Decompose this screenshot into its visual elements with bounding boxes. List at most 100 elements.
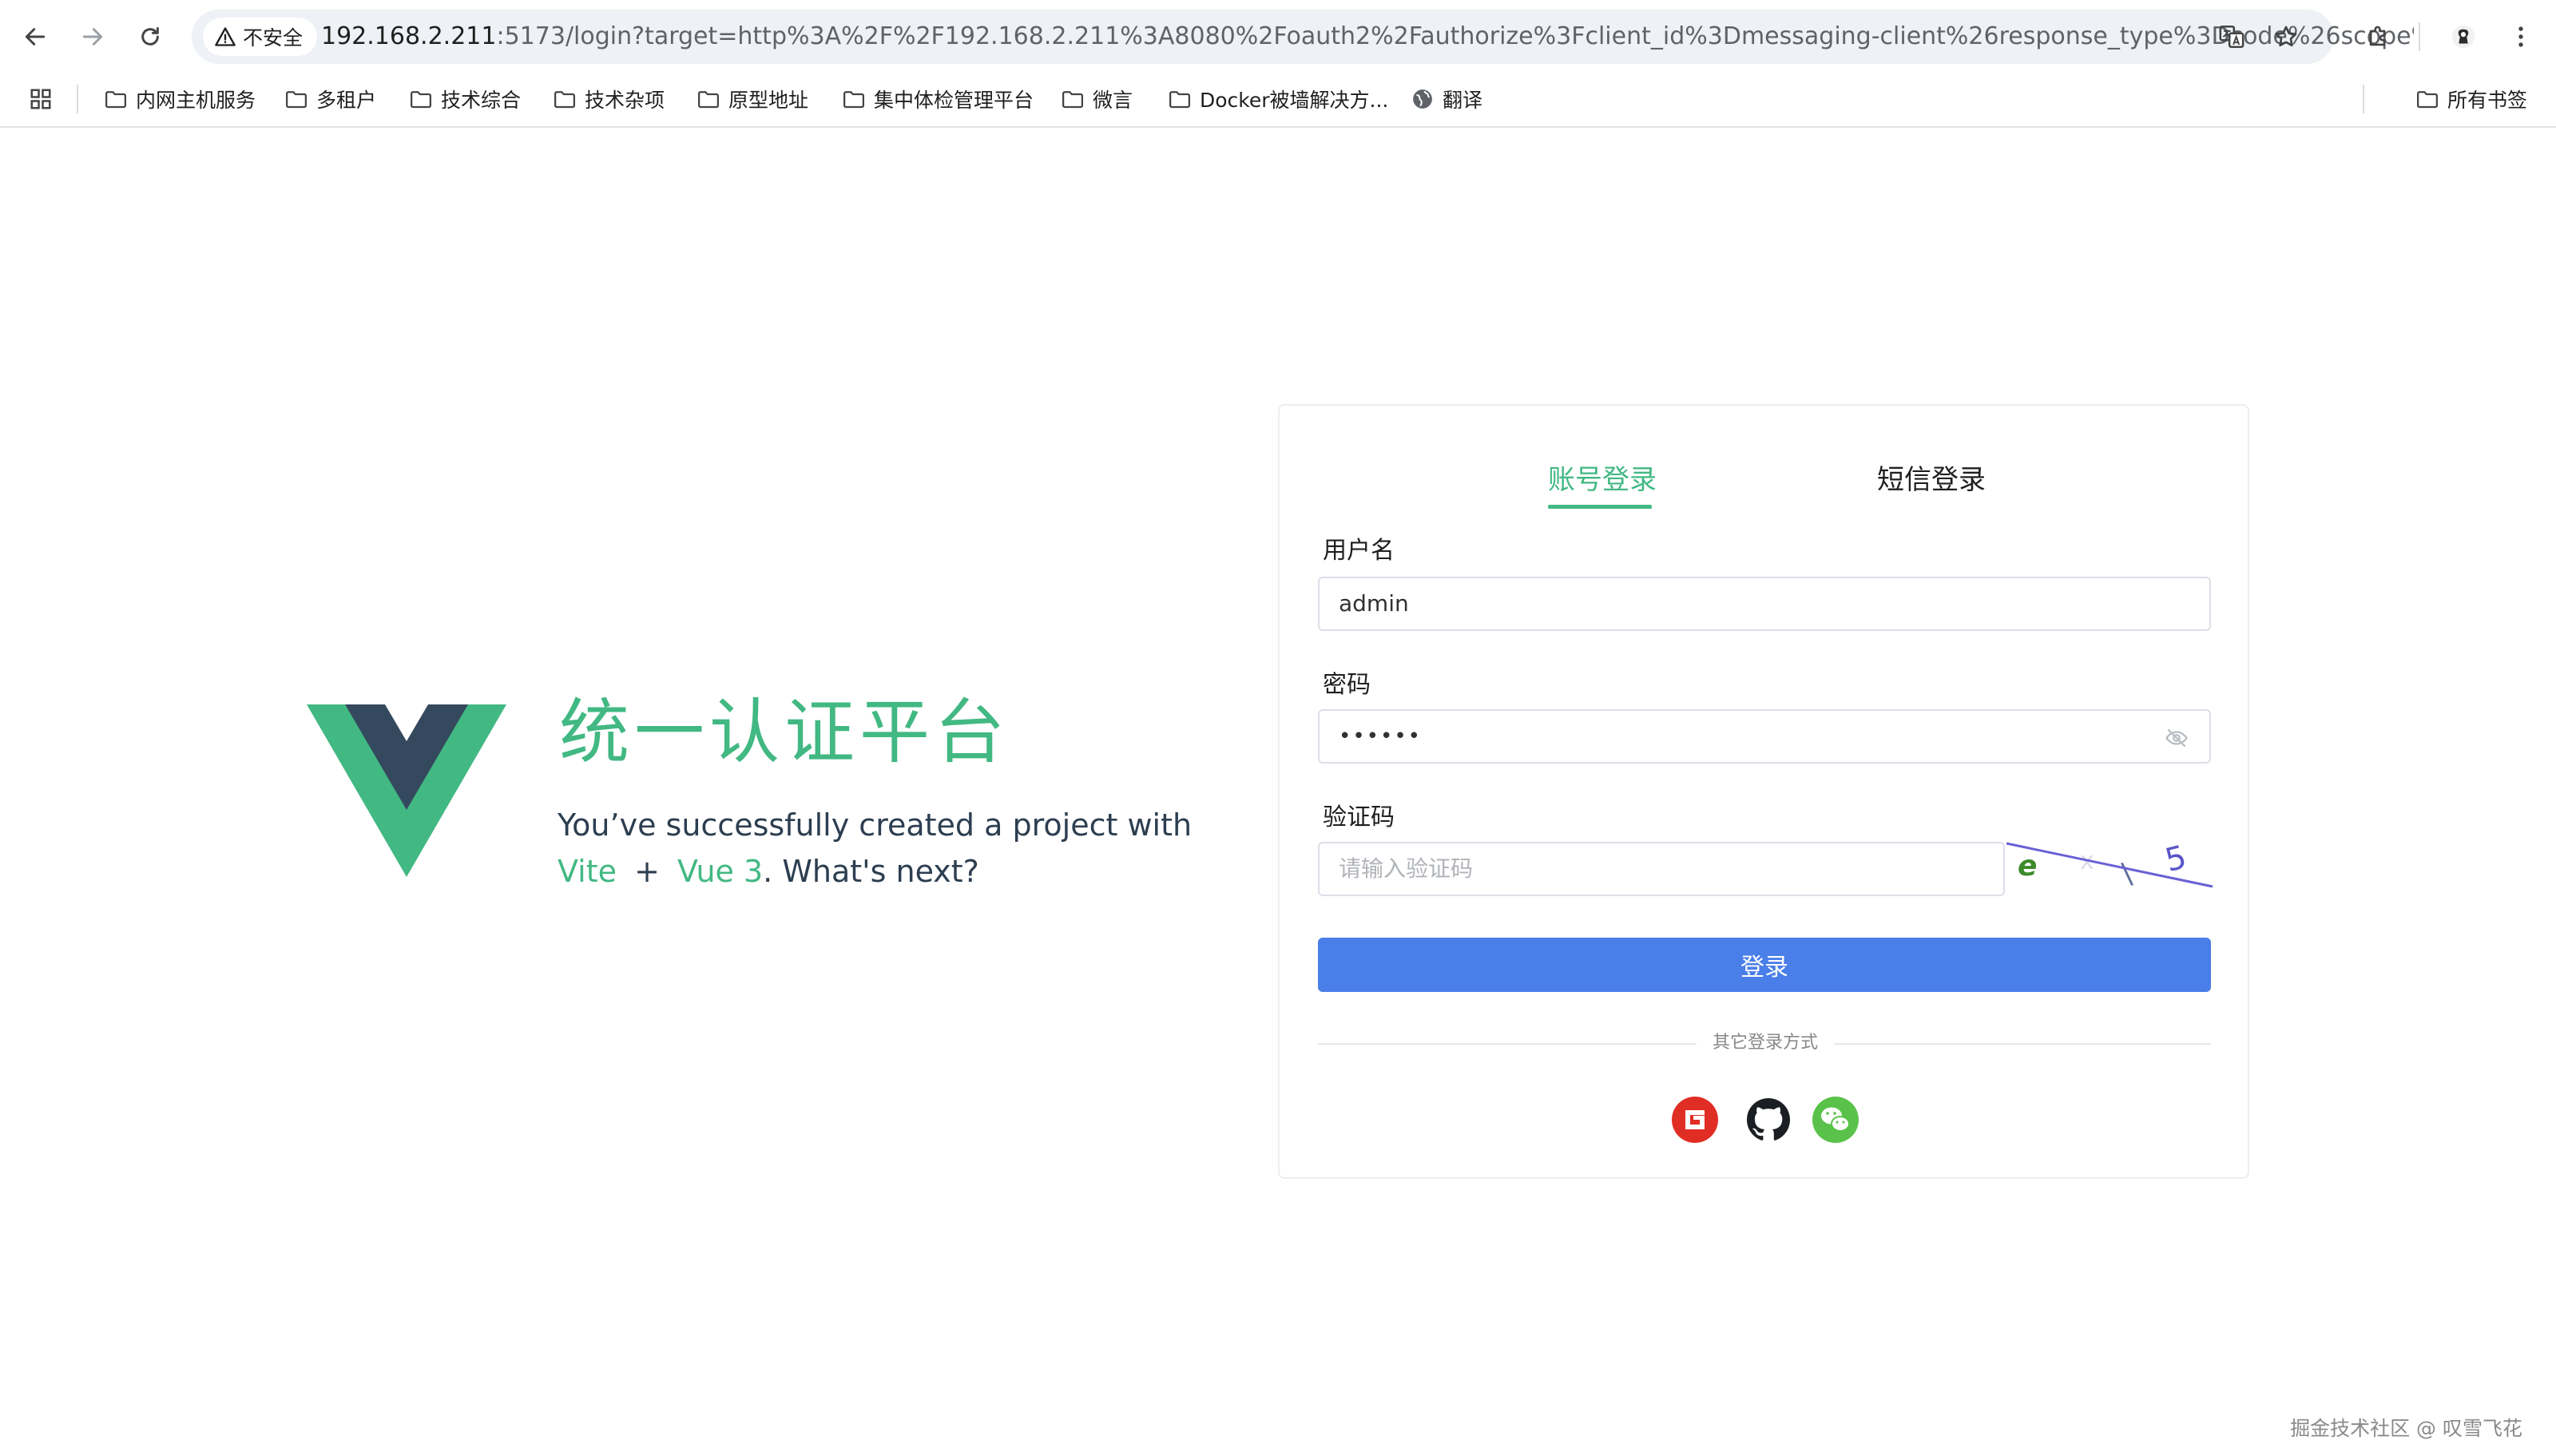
bookmark-item[interactable]: 技术杂项 xyxy=(548,81,669,117)
reload-icon xyxy=(141,26,159,46)
extensions-button[interactable] xyxy=(2356,14,2401,59)
bookmark-item[interactable]: 翻译 xyxy=(1406,81,1487,117)
url-text[interactable]: 192.168.2.211:5173/login?target=http%3A%… xyxy=(321,10,2414,64)
captcha-placeholder: 请输入验证码 xyxy=(1339,855,1474,882)
captcha-image[interactable]: e x \ 5 xyxy=(2006,837,2214,891)
eye-off-icon[interactable] xyxy=(2165,726,2189,750)
hero-subtitle: You’ve successfully created a project wi… xyxy=(558,802,1192,895)
plus-sign: + xyxy=(634,854,660,889)
active-tab-indicator xyxy=(1548,505,1652,509)
bookmark-star-button[interactable] xyxy=(2270,21,2302,53)
username-field[interactable]: admin xyxy=(1318,577,2211,631)
address-bar[interactable]: 不安全 192.168.2.211:5173/login?target=http… xyxy=(192,10,2414,64)
folder-icon xyxy=(1062,91,1083,109)
other-login-methods-label: 其它登录方式 xyxy=(1712,1033,1818,1053)
watermark-text: 掘金技术社区 @ 叹雪飞花 xyxy=(2290,1417,2522,1440)
folder-icon xyxy=(554,91,575,109)
translate-page-button[interactable] xyxy=(2216,21,2248,53)
more-vertical-icon xyxy=(2518,26,2523,47)
bookmark-item[interactable]: 多租户 xyxy=(280,81,381,117)
bookmark-item[interactable]: 微言 xyxy=(1056,81,1137,117)
folder-icon xyxy=(843,91,864,109)
bookmark-item[interactable]: Docker被墙解决方... xyxy=(1163,81,1393,117)
wechat-eye xyxy=(1842,1121,1845,1124)
star-icon xyxy=(2275,26,2297,47)
github-login-button[interactable] xyxy=(1744,1096,1792,1144)
apps-grid-icon xyxy=(30,89,51,109)
captcha-label: 验证码 xyxy=(1323,803,1395,831)
password-value: •••••• xyxy=(1339,724,1423,748)
browser-toolbar: 不安全 192.168.2.211:5173/login?target=http… xyxy=(0,0,2556,73)
wechat-eye xyxy=(1836,1121,1839,1124)
bookmark-label: 内网主机服务 xyxy=(136,89,256,112)
gitee-glyph xyxy=(1685,1110,1705,1129)
wechat-eye xyxy=(1833,1112,1836,1115)
bookmark-label: 技术综合 xyxy=(441,89,522,112)
username-label: 用户名 xyxy=(1323,537,1395,565)
bookmark-label: 多租户 xyxy=(316,89,377,112)
bookmark-item[interactable]: 集中体检管理平台 xyxy=(837,81,1038,117)
vue-link[interactable]: Vue 3 xyxy=(677,854,763,889)
folder-icon xyxy=(698,91,719,109)
globe-icon xyxy=(1413,89,1432,109)
apps-button[interactable] xyxy=(24,81,58,117)
divider-right xyxy=(1834,1043,2211,1045)
bookmark-item[interactable]: 技术综合 xyxy=(404,81,526,117)
toolbar-separator xyxy=(2419,22,2420,51)
bookmarks-bar: 内网主机服务 多租户 技术综合 技术杂项 原型地址 集中体检管理平台 微言 Do… xyxy=(0,73,2556,128)
security-chip[interactable]: 不安全 xyxy=(203,18,318,56)
vue-logo xyxy=(307,704,506,877)
tab-account-login[interactable]: 账号登录 xyxy=(1548,454,1657,506)
avatar-icon xyxy=(2451,25,2475,49)
captcha-char: \ xyxy=(2120,857,2135,891)
login-card: 账号登录 短信登录 用户名 admin 密码 •••••• 验证码 请输入验证码… xyxy=(1278,404,2249,1179)
tab-sms-login[interactable]: 短信登录 xyxy=(1877,454,1986,506)
bookmark-label: 原型地址 xyxy=(728,89,809,112)
folder-icon xyxy=(105,91,126,109)
bookmark-label: 翻译 xyxy=(1443,89,1483,112)
folder-icon xyxy=(1169,91,1190,109)
security-label: 不安全 xyxy=(243,26,304,50)
folder-icon xyxy=(411,91,431,109)
bookmark-label: Docker被墙解决方... xyxy=(1200,89,1389,112)
reload-button[interactable] xyxy=(128,14,173,59)
vite-link[interactable]: Vite xyxy=(558,854,617,889)
browser-menu-button[interactable] xyxy=(2498,14,2543,59)
captcha-char: 5 xyxy=(2161,839,2190,879)
bookmark-label: 技术杂项 xyxy=(585,89,665,112)
bookmark-item[interactable]: 原型地址 xyxy=(692,81,813,117)
profile-avatar[interactable] xyxy=(2441,14,2486,59)
hero-subtitle-line2: Vite + Vue 3. What's next? xyxy=(558,848,1192,895)
back-arrow-icon xyxy=(25,28,46,46)
warning-icon xyxy=(215,27,236,46)
hero-title: 统一认证平台 xyxy=(559,691,1010,773)
folder-icon xyxy=(286,91,307,109)
wechat-eye xyxy=(1826,1112,1829,1115)
translate-icon xyxy=(2219,25,2244,49)
bookmarks-separator xyxy=(2363,85,2364,113)
divider-left xyxy=(1318,1043,1697,1045)
hero-subtitle-line1: You’ve successfully created a project wi… xyxy=(558,807,1193,843)
login-button[interactable]: 登录 xyxy=(1318,938,2211,992)
wechat-bubble-small xyxy=(1831,1116,1850,1132)
bookmarks-separator xyxy=(77,85,78,113)
bookmark-label: 微言 xyxy=(1093,89,1133,112)
captcha-char: e xyxy=(2018,850,2037,883)
captcha-input[interactable]: 请输入验证码 xyxy=(1318,842,2005,896)
bookmark-label: 集中体检管理平台 xyxy=(874,89,1034,112)
password-field[interactable]: •••••• xyxy=(1318,709,2211,764)
forward-button[interactable] xyxy=(70,14,115,59)
username-value: admin xyxy=(1339,590,1409,617)
back-button[interactable] xyxy=(13,14,58,59)
forward-arrow-icon xyxy=(82,28,103,46)
bookmark-item[interactable]: 内网主机服务 xyxy=(99,81,260,117)
hero-subtitle-end: . What's next? xyxy=(763,854,979,889)
url-host: 192.168.2.211 xyxy=(321,22,497,50)
all-bookmarks-button[interactable]: 所有书签 xyxy=(2411,81,2532,117)
puzzle-icon xyxy=(2369,26,2386,46)
password-label: 密码 xyxy=(1323,671,1371,699)
all-bookmarks-label: 所有书签 xyxy=(2447,89,2528,112)
gitee-login-button[interactable] xyxy=(1671,1096,1719,1144)
wechat-login-button[interactable] xyxy=(1812,1096,1859,1144)
folder-icon xyxy=(2417,91,2438,109)
